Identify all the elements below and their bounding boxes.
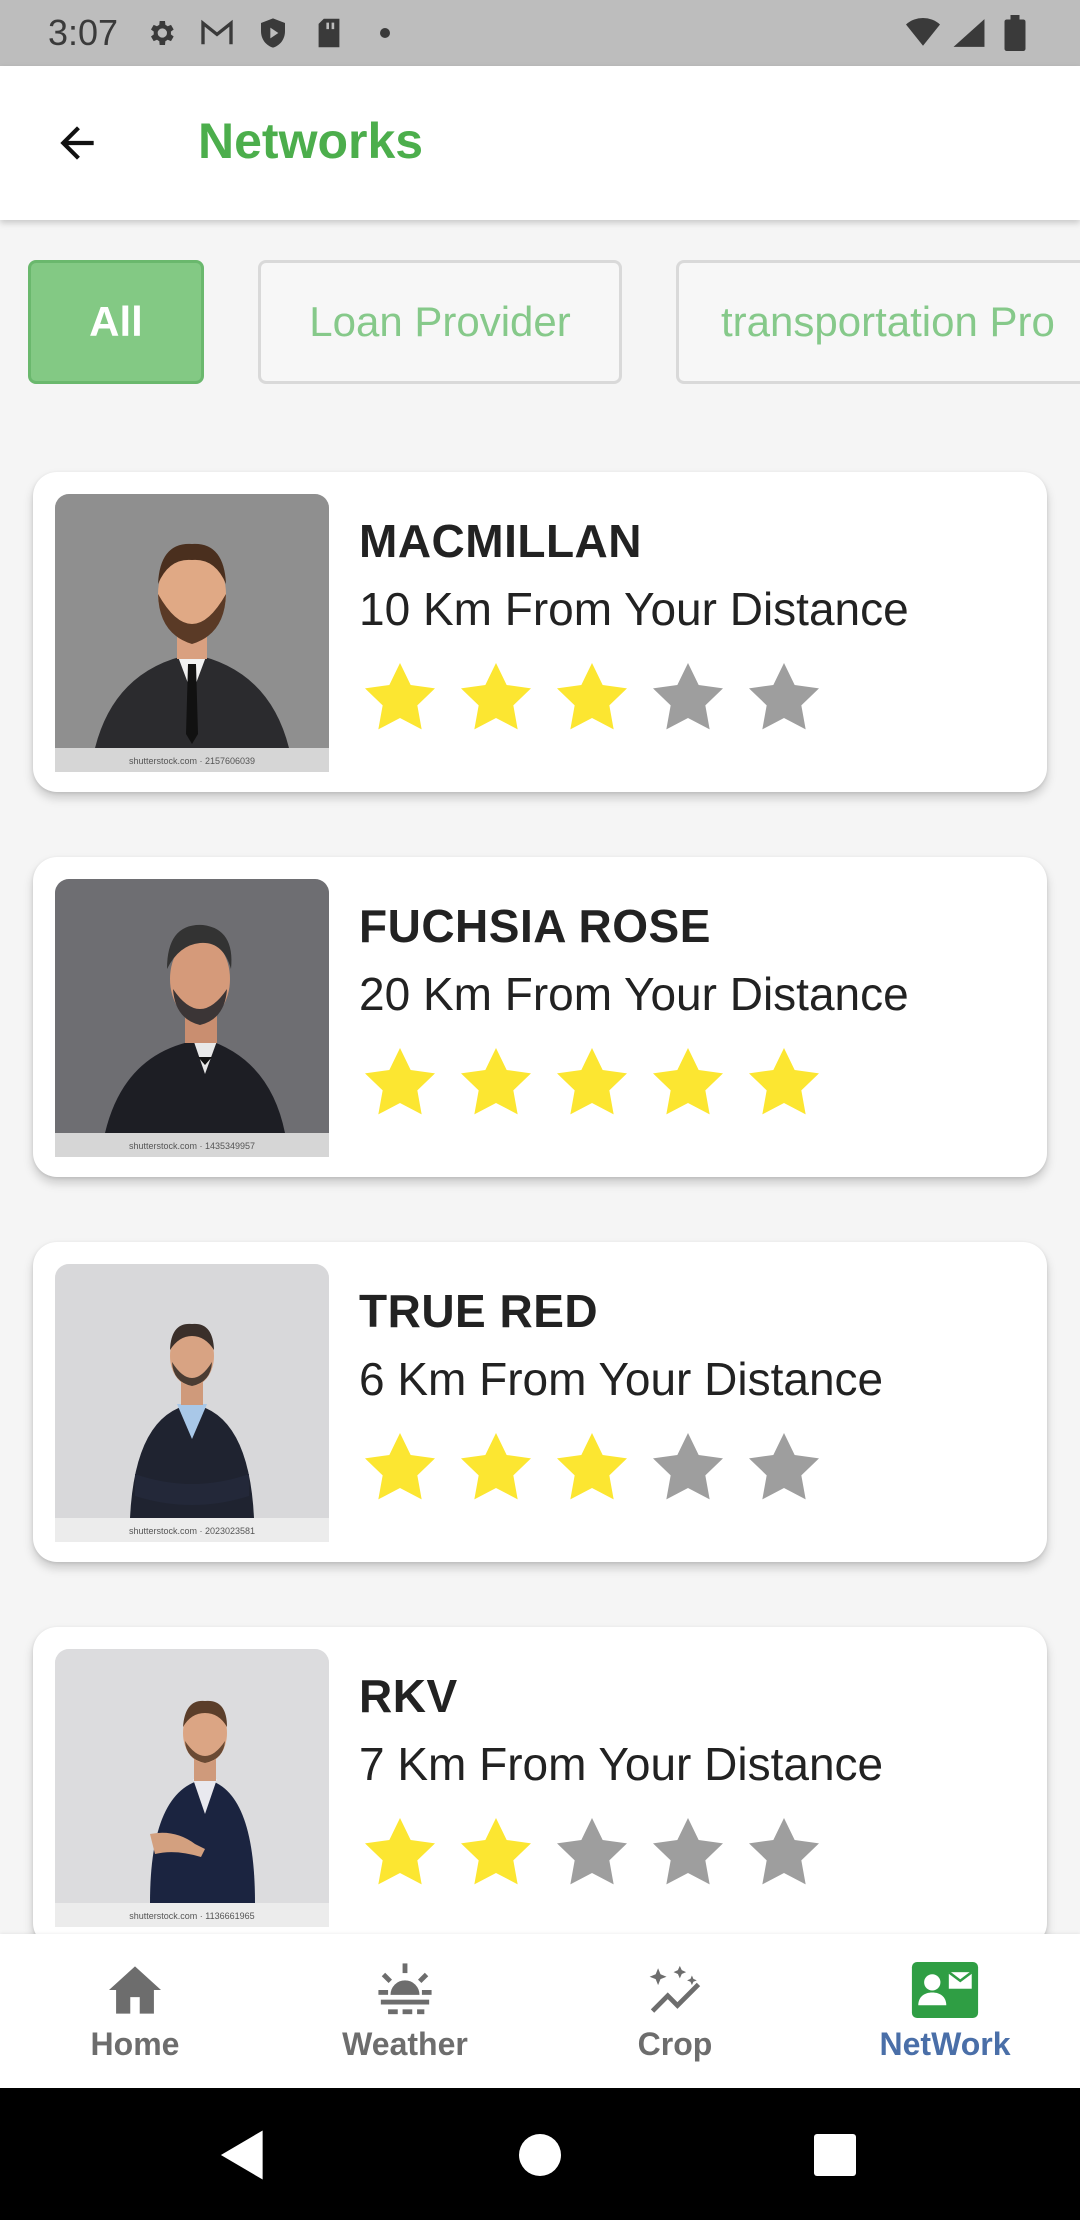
nav-label: Weather [342,2026,468,2062]
star-icon [365,1048,435,1115]
status-icons-left [144,16,402,50]
arrow-left-icon [60,126,94,160]
contact-card-icon [910,1960,980,2020]
nav-label: Home [90,2026,180,2062]
star-icon [749,1048,819,1115]
card-distance: 7 Km From Your Distance [359,1738,884,1790]
nav-weather[interactable]: Weather [270,1934,540,2088]
dot-icon [368,16,402,50]
photo-watermark: shutterstock.com · 2157606039 [129,756,255,766]
profile-photo: shutterstock.com · 2157606039 [55,494,329,772]
star-icon [749,1818,819,1885]
star-icon [653,1433,723,1500]
star-icon [749,663,819,730]
star-icon [653,1048,723,1115]
home-icon [100,1960,170,2020]
weather-icon [370,1960,440,2020]
app-bar: Networks [0,66,1080,220]
filter-chip-all[interactable]: All [28,260,204,384]
card-name: MACMILLAN [359,515,642,567]
circle-home-icon [519,2134,561,2176]
star-icon [557,663,627,730]
status-bar: 3:07 [0,0,1080,66]
wifi-icon [906,16,940,50]
card-name: RKV [359,1670,458,1722]
star-icon [365,1818,435,1885]
star-icon [653,1818,723,1885]
screen: 3:07 Networks All Loan Provider transpor… [0,0,1080,2220]
profile-photo: shutterstock.com · 2023023581 [55,1264,329,1542]
network-card[interactable]: shutterstock.com · 2157606039 MACMILLAN … [33,472,1047,792]
star-icon [461,1818,531,1885]
page-title: Networks [198,113,424,169]
profile-photo: shutterstock.com · 1435349957 [55,879,329,1157]
system-home-button[interactable] [505,2120,575,2190]
star-icon [365,1433,435,1500]
signal-icon [952,16,986,50]
shield-icon [256,16,290,50]
system-back-button[interactable] [208,2120,278,2190]
photo-watermark: shutterstock.com · 2023023581 [129,1526,255,1536]
network-card[interactable]: shutterstock.com · 1136661965 RKV 7 Km F… [33,1627,1047,1947]
card-distance: 6 Km From Your Distance [359,1353,884,1405]
card-distance: 20 Km From Your Distance [359,968,909,1020]
nav-label: Crop [637,2026,713,2062]
filter-chip-loan-provider[interactable]: Loan Provider [258,260,622,384]
card-name: TRUE RED [359,1285,599,1337]
star-icon [365,663,435,730]
square-recents-icon [814,2134,856,2176]
rating-stars [359,1043,825,1123]
bottom-navigation: Home Weather Crop NetWork [0,1934,1080,2088]
crop-sparkle-icon [640,1960,710,2020]
star-icon [749,1433,819,1500]
battery-icon [998,15,1032,51]
status-time: 3:07 [48,12,119,53]
gmail-icon [200,16,234,50]
photo-watermark: shutterstock.com · 1435349957 [129,1141,255,1151]
gear-icon [144,16,178,50]
nav-crop[interactable]: Crop [540,1934,810,2088]
system-navigation-bar [0,2088,1080,2220]
system-recents-button[interactable] [800,2120,870,2190]
sd-card-icon [312,16,346,50]
nav-network[interactable]: NetWork [810,1934,1080,2088]
photo-watermark: shutterstock.com · 1136661965 [129,1911,254,1921]
star-icon [461,1048,531,1115]
filter-chips: All Loan Provider transportation Pro [0,260,1080,386]
star-icon [557,1433,627,1500]
star-icon [557,1048,627,1115]
nav-label: NetWork [879,2026,1011,2062]
star-icon [557,1818,627,1885]
network-card[interactable]: shutterstock.com · 1435349957 FUCHSIA RO… [33,857,1047,1177]
rating-stars [359,1428,825,1508]
profile-photo: shutterstock.com · 1136661965 [55,1649,329,1927]
star-icon [653,663,723,730]
filter-chip-transportation[interactable]: transportation Pro [676,260,1080,384]
back-button[interactable] [44,110,110,176]
triangle-back-icon [220,2130,263,2180]
status-icons-right [906,15,1032,51]
star-icon [461,1433,531,1500]
star-icon [461,663,531,730]
rating-stars [359,1813,825,1893]
card-name: FUCHSIA ROSE [359,900,711,952]
card-distance: 10 Km From Your Distance [359,583,909,635]
network-card[interactable]: shutterstock.com · 2023023581 TRUE RED 6… [33,1242,1047,1562]
rating-stars [359,658,825,738]
nav-home[interactable]: Home [0,1934,270,2088]
